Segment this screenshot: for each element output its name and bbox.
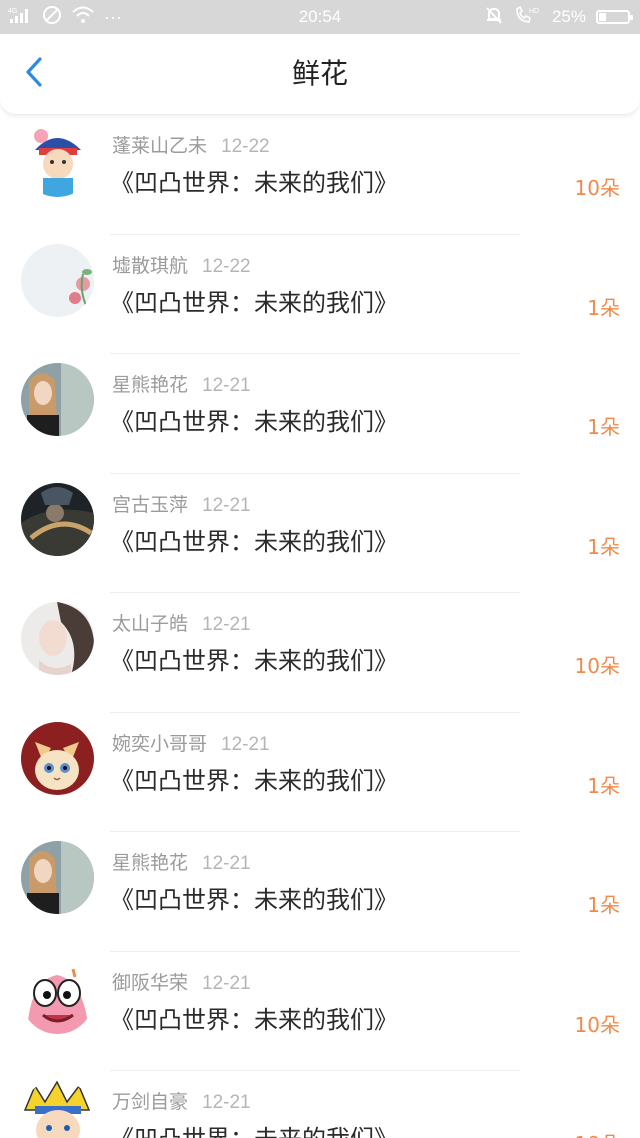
portrait-avatar[interactable]: [21, 602, 94, 675]
flower-count: 10朵: [574, 176, 620, 200]
username[interactable]: 蓬莱山乙未: [112, 135, 207, 157]
book-title[interactable]: 《凹凸世界：未来的我们》: [110, 641, 398, 676]
date: 12-21: [202, 494, 251, 516]
flower-row[interactable]: 星熊艳花 12-21 《凹凸世界：未来的我们》 1朵: [0, 354, 640, 474]
meta-line: 宫古玉萍 12-21: [112, 490, 251, 517]
date: 12-22: [221, 136, 270, 157]
username[interactable]: 万剑自豪: [112, 1091, 188, 1113]
username[interactable]: 墟散琪航: [112, 255, 188, 277]
book-title[interactable]: 《凹凸世界：未来的我们》: [110, 1000, 398, 1035]
flower-count: 1朵: [587, 534, 620, 559]
battery-percent: 25%: [551, 7, 586, 26]
flower-count: 1朵: [587, 773, 620, 798]
flower-list: 蓬莱山乙未 12-22 《凹凸世界：未来的我们》 10朵 墟散琪航 12-22 《凹…: [0, 115, 640, 1138]
yellow-hair-cartoon-avatar[interactable]: [21, 1080, 94, 1138]
status-bar: 4G ··· 20:54 HD 25%: [0, 0, 640, 34]
username[interactable]: 婉奕小哥哥: [112, 733, 207, 755]
flower-count: 10朵: [575, 1128, 620, 1138]
meta-line: 星熊艳花 12-21: [112, 848, 251, 875]
username[interactable]: 星熊艳花: [112, 374, 188, 396]
date: 12-22: [202, 255, 251, 277]
girl-photo-avatar[interactable]: [21, 841, 94, 914]
meta-line: 蓬莱山乙未 12-22: [112, 131, 270, 158]
page-title: 鲜花: [291, 57, 348, 90]
svg-text:HD: HD: [529, 8, 539, 15]
flower-row[interactable]: 御阪华荣 12-21 《凹凸世界：未来的我们》 10朵: [0, 952, 640, 1072]
pink-cartoon-avatar[interactable]: [21, 960, 94, 1034]
flower-row[interactable]: 万剑自豪 12-21 《凹凸世界：未来的我们》 10朵: [0, 1071, 640, 1138]
flower-row[interactable]: 婉奕小哥哥 12-21 《凹凸世界：未来的我们》 1朵: [0, 713, 640, 833]
flower-row[interactable]: 太山子皓 12-21 《凹凸世界：未来的我们》 10朵: [0, 593, 640, 713]
date: 12-21: [202, 614, 251, 635]
book-title[interactable]: 《凹凸世界：未来的我们》: [110, 522, 398, 557]
flower-count: 10朵: [574, 1012, 620, 1037]
flower-count: 10朵: [574, 654, 620, 678]
meta-line: 墟散琪航 12-22: [112, 251, 251, 278]
book-title[interactable]: 《凹凸世界：未来的我们》: [110, 761, 398, 796]
dark-art-avatar[interactable]: [21, 482, 94, 556]
book-title[interactable]: 《凹凸世界：未来的我们》: [110, 283, 398, 318]
cartoon-hat-avatar[interactable]: [21, 124, 94, 197]
flower-row[interactable]: 宫古玉萍 12-21 《凹凸世界：未来的我们》 1朵: [0, 474, 640, 594]
book-title[interactable]: 《凹凸世界：未来的我们》: [110, 402, 398, 437]
date: 12-21: [202, 853, 251, 874]
battery-icon: [596, 10, 633, 24]
username[interactable]: 星熊艳花: [112, 852, 188, 874]
bell-muted-icon: [484, 5, 504, 30]
flower-row[interactable]: 星熊艳花 12-21 《凹凸世界：未来的我们》 1朵: [0, 832, 640, 952]
book-title[interactable]: 《凹凸世界：未来的我们》: [110, 880, 398, 915]
date: 12-21: [221, 733, 270, 755]
flower-row[interactable]: 墟散琪航 12-22 《凹凸世界：未来的我们》 1朵: [0, 235, 640, 355]
hd-call-icon: HD: [514, 5, 542, 30]
username[interactable]: 宫古玉萍: [112, 494, 188, 516]
username[interactable]: 太山子皓: [112, 613, 188, 635]
meta-line: 太山子皓 12-21: [112, 609, 251, 636]
flower-count: 1朵: [587, 295, 620, 320]
date: 12-21: [202, 1092, 251, 1113]
flower-count: 1朵: [587, 415, 620, 439]
date: 12-21: [202, 972, 251, 994]
username[interactable]: 御阪华荣: [112, 972, 188, 994]
cat-avatar[interactable]: [21, 721, 94, 795]
book-title[interactable]: 《凹凸世界：未来的我们》: [110, 1119, 398, 1138]
nav-bar: 鲜花: [0, 34, 640, 115]
flower-avatar[interactable]: [21, 243, 94, 317]
status-right-icons: HD 25%: [484, 0, 633, 34]
meta-line: 御阪华荣 12-21: [112, 968, 251, 995]
meta-line: 星熊艳花 12-21: [112, 370, 251, 397]
flower-count: 1朵: [587, 893, 620, 917]
meta-line: 万剑自豪 12-21: [112, 1087, 251, 1114]
date: 12-21: [202, 375, 251, 396]
meta-line: 婉奕小哥哥 12-21: [112, 729, 270, 756]
girl-photo-avatar[interactable]: [21, 363, 94, 436]
flower-row[interactable]: 蓬莱山乙未 12-22 《凹凸世界：未来的我们》 10朵: [0, 115, 640, 235]
book-title[interactable]: 《凹凸世界：未来的我们》: [110, 163, 398, 198]
